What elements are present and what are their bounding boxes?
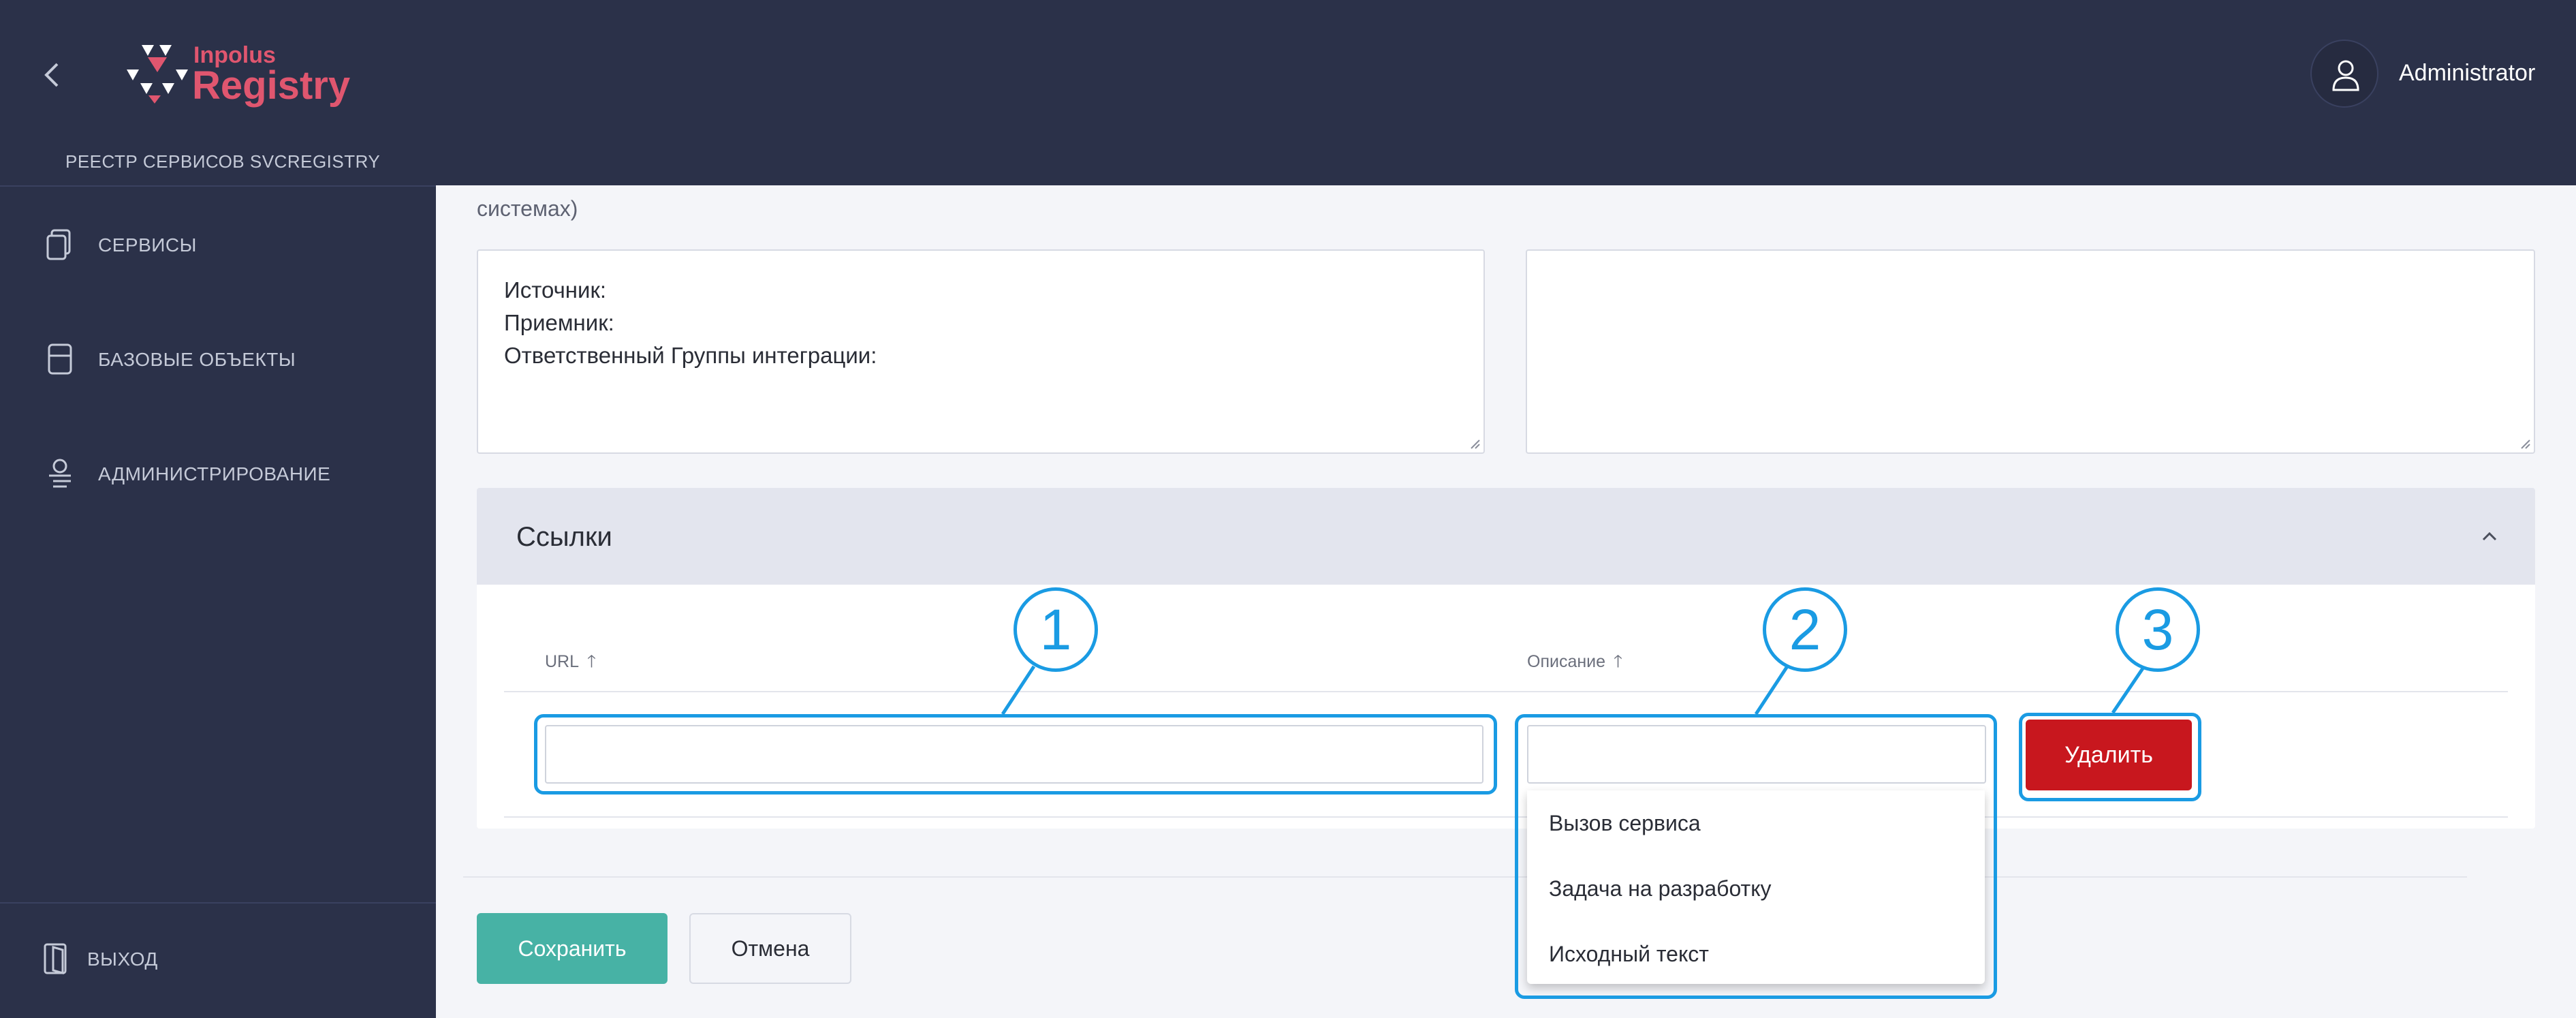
callout-connectors bbox=[1001, 665, 2146, 715]
callout-number-1: 1 bbox=[1014, 587, 1098, 672]
cancel-button[interactable]: Отмена bbox=[689, 913, 851, 984]
callout-number-3: 3 bbox=[2116, 587, 2200, 672]
save-button[interactable]: Сохранить bbox=[477, 913, 667, 984]
callout-number-2: 2 bbox=[1763, 587, 1847, 672]
